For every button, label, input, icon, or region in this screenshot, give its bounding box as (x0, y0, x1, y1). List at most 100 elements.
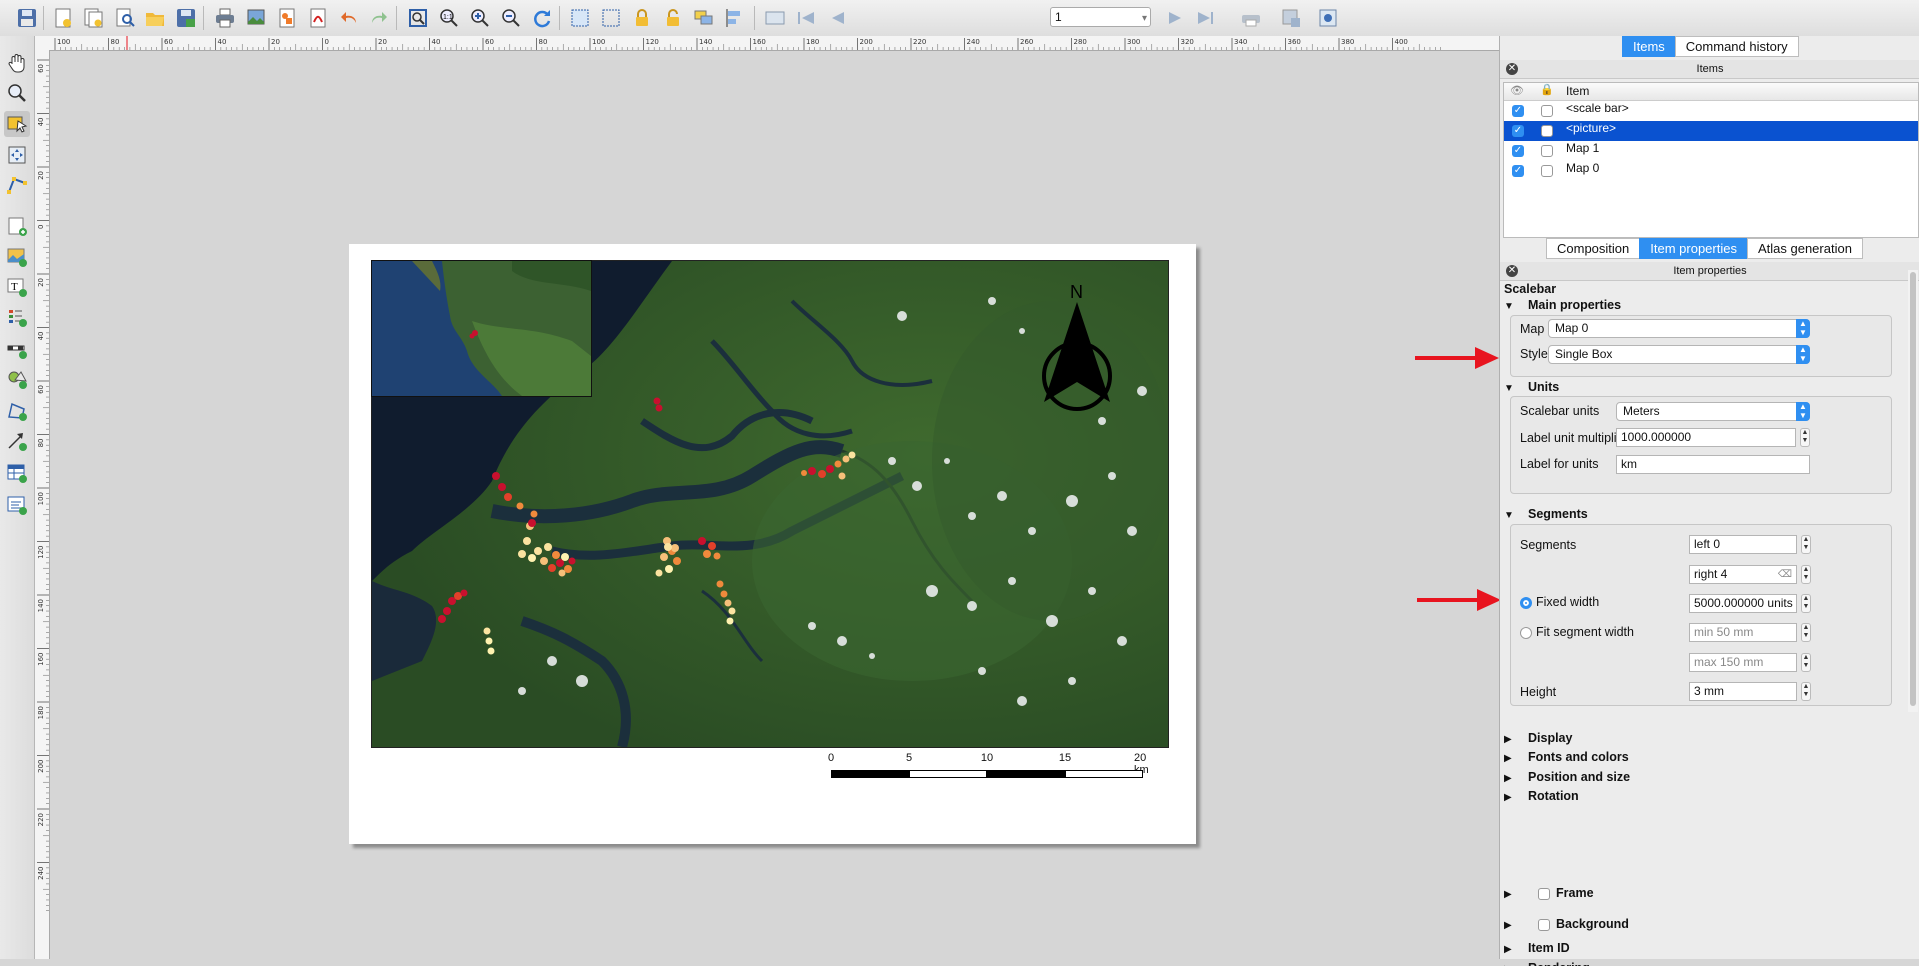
clear-icon[interactable]: ⌫ (1778, 566, 1792, 583)
min-width-input[interactable]: min 50 mm (1689, 623, 1797, 642)
visibility-checkbox[interactable]: ✓ (1512, 145, 1524, 157)
collapse-triangle-icon[interactable]: ▶ (1504, 920, 1512, 931)
lock-checkbox[interactable] (1541, 105, 1553, 117)
items-row[interactable]: ✓ Map 0 (1504, 161, 1918, 181)
duplicate-composer-icon[interactable] (81, 5, 107, 31)
atlas-export-icon[interactable] (1278, 5, 1304, 31)
properties-scroll-thumb[interactable] (1910, 272, 1916, 706)
tab-composition[interactable]: Composition (1546, 238, 1641, 259)
items-row[interactable]: ✓ Map 1 (1504, 141, 1918, 161)
spinbox-arrows-icon[interactable]: ▲ ▼ (1801, 653, 1811, 672)
tab-items[interactable]: Items (1622, 36, 1676, 57)
add-map-icon[interactable] (4, 213, 30, 239)
lock-icon[interactable] (629, 5, 655, 31)
lock-checkbox[interactable] (1541, 125, 1553, 137)
add-legend-icon[interactable] (4, 304, 30, 330)
last-feature-icon[interactable] (1193, 5, 1219, 31)
zoom-actual-icon[interactable]: 1:1 (436, 5, 462, 31)
items-row[interactable]: ✓ <scale bar> (1504, 101, 1918, 121)
tab-command-history[interactable]: Command history (1674, 36, 1799, 57)
collapse-triangle-icon[interactable]: ▶ (1504, 889, 1512, 900)
composer-manager-icon[interactable] (112, 5, 138, 31)
pan-tool-icon[interactable] (4, 50, 30, 76)
collapse-triangle-icon[interactable]: ▶ (1504, 734, 1512, 745)
collapse-triangle-icon[interactable]: ▶ (1504, 792, 1512, 803)
lock-checkbox[interactable] (1541, 165, 1553, 177)
open-template-icon[interactable] (142, 5, 168, 31)
add-image-icon[interactable] (4, 244, 30, 270)
close-icon[interactable]: ✕ (1506, 265, 1518, 277)
section-background[interactable]: Background (1556, 917, 1629, 931)
export-pdf-icon[interactable] (305, 5, 331, 31)
edit-nodes-icon[interactable] (4, 172, 30, 198)
export-image-icon[interactable] (243, 5, 269, 31)
expand-triangle-icon[interactable]: ▼ (1504, 510, 1514, 521)
next-feature-icon[interactable] (1163, 5, 1189, 31)
unlock-icon[interactable] (660, 5, 686, 31)
atlas-page-select[interactable]: 1 ▾ (1050, 7, 1151, 27)
refresh-icon[interactable] (529, 5, 555, 31)
close-icon[interactable]: ✕ (1506, 63, 1518, 75)
tab-item-properties[interactable]: Item properties (1639, 238, 1748, 259)
export-svg-icon[interactable] (274, 5, 300, 31)
add-shape-icon[interactable] (4, 366, 30, 392)
align-icon[interactable] (722, 5, 748, 31)
expand-triangle-icon[interactable]: ▼ (1504, 383, 1514, 394)
deselect-icon[interactable] (598, 5, 624, 31)
frame-checkbox[interactable] (1538, 888, 1550, 900)
spinbox-arrows-icon[interactable]: ▲ ▼ (1801, 565, 1811, 584)
background-checkbox[interactable] (1538, 919, 1550, 931)
spinbox-arrows-icon[interactable]: ▲ ▼ (1801, 594, 1811, 613)
first-feature-icon[interactable] (793, 5, 819, 31)
lock-checkbox[interactable] (1541, 145, 1553, 157)
section-position-and-size[interactable]: Position and size (1528, 770, 1630, 784)
items-row[interactable]: ✓ <picture> (1504, 121, 1918, 141)
visibility-checkbox[interactable]: ✓ (1512, 125, 1524, 137)
print-icon[interactable] (212, 5, 238, 31)
label-for-units-input[interactable]: km (1616, 455, 1810, 474)
save-template-icon[interactable] (173, 5, 199, 31)
zoom-out-icon[interactable] (498, 5, 524, 31)
atlas-preview-icon[interactable] (762, 5, 788, 31)
section-rendering[interactable]: Rendering (1528, 961, 1590, 966)
section-display[interactable]: Display (1528, 731, 1572, 745)
spinbox-arrows-icon[interactable]: ▲ ▼ (1801, 535, 1811, 554)
add-arrow-icon[interactable] (4, 428, 30, 454)
zoom-tool-icon[interactable] (4, 80, 30, 106)
expand-triangle-icon[interactable]: ▼ (1504, 301, 1514, 312)
scalebar-units-select[interactable]: Meters ▲ ▼ (1616, 402, 1810, 421)
spinbox-arrows-icon[interactable]: ▲ ▼ (1800, 428, 1810, 447)
section-item-id[interactable]: Item ID (1528, 941, 1570, 955)
group-icon[interactable] (691, 5, 717, 31)
tab-atlas-generation[interactable]: Atlas generation (1746, 238, 1863, 259)
map-select[interactable]: Map 0 ▲ ▼ (1548, 319, 1810, 338)
add-polygon-icon[interactable] (4, 398, 30, 424)
add-table-icon[interactable] (4, 460, 30, 486)
add-label-icon[interactable]: T (4, 274, 30, 300)
add-scalebar-icon[interactable] (4, 336, 30, 362)
zoom-in-icon[interactable] (467, 5, 493, 31)
select-move-item-icon[interactable] (4, 111, 30, 137)
visibility-checkbox[interactable]: ✓ (1512, 165, 1524, 177)
scale-bar-item[interactable]: 05101520 km (819, 752, 1159, 792)
new-composer-icon[interactable] (50, 5, 76, 31)
move-content-icon[interactable] (4, 142, 30, 168)
segments-left-input[interactable]: left 0 (1689, 535, 1797, 554)
height-input[interactable]: 3 mm (1689, 682, 1797, 701)
previous-feature-icon[interactable] (824, 5, 850, 31)
page-sheet[interactable]: N 05101520 km (349, 244, 1196, 844)
atlas-print-icon[interactable] (1238, 5, 1264, 31)
redo-icon[interactable] (366, 5, 392, 31)
atlas-settings-icon[interactable] (1315, 5, 1341, 31)
max-width-input[interactable]: max 150 mm (1689, 653, 1797, 672)
collapse-triangle-icon[interactable]: ▶ (1504, 753, 1512, 764)
section-segments[interactable]: Segments (1528, 507, 1588, 521)
style-select[interactable]: Single Box ▲ ▼ (1548, 345, 1810, 364)
save-icon[interactable] (14, 5, 40, 31)
spinbox-arrows-icon[interactable]: ▲ ▼ (1801, 682, 1811, 701)
visibility-checkbox[interactable]: ✓ (1512, 105, 1524, 117)
fixed-width-radio[interactable] (1520, 597, 1532, 609)
select-all-icon[interactable] (567, 5, 593, 31)
collapse-triangle-icon[interactable]: ▶ (1504, 944, 1512, 955)
undo-icon[interactable] (336, 5, 362, 31)
